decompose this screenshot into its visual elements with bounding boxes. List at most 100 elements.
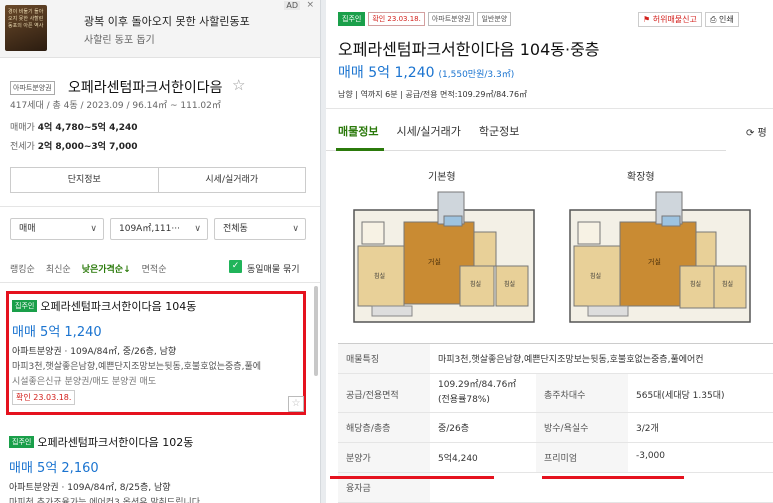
list-item-selected[interactable]: 집주인 오페라센텀파크서한이다음 104동 매매 5억 1,240 아파트분양권 … xyxy=(6,291,306,415)
active-tab-indicator xyxy=(336,148,384,151)
complex-type-tag: 아파트분양권 xyxy=(10,81,55,95)
complex-info-button[interactable]: 단지정보 xyxy=(11,168,158,192)
table-key: 총주차대수 xyxy=(536,374,628,412)
sort-low-price[interactable]: 낮은가격순↓ xyxy=(82,262,131,275)
room-label: 침실 xyxy=(374,272,385,280)
refresh-button[interactable]: ⟳ 평 xyxy=(746,124,767,139)
ad-badge: AD xyxy=(284,1,300,10)
sort-area[interactable]: 면적순 xyxy=(142,262,167,275)
table-key: 해당층/총층 xyxy=(338,413,430,442)
owner-tag: 집주인 xyxy=(338,12,366,26)
table-row: 공급/전용면적 109.29㎡/84.76㎡(전용률78%) 총주차대수 565… xyxy=(338,374,773,413)
listing-price: 매매 5억 1,240 xyxy=(12,325,102,340)
detail-panel: 집주인 확인 23.03.18. 아파트분양권 일반분양 ⚑ 허위매물신고 ⎙ … xyxy=(326,0,773,503)
listing-title: 오페라센텀파크서한이다음 104동 xyxy=(40,300,197,313)
table-value: -3,000 xyxy=(636,451,666,461)
complex-buttons: 단지정보 시세/실거래가 xyxy=(10,167,306,193)
detail-meta: 남향 | 역까지 6분 | 공급/전용 면적:109.29㎡/84.76㎡ xyxy=(338,90,528,99)
same-group-label[interactable]: 동일매물 묶기 xyxy=(247,262,300,275)
table-key: 분양가 xyxy=(338,443,430,472)
owner-tag: 집주인 xyxy=(12,300,38,312)
area-select[interactable]: 109A㎡,111··· ∨ xyxy=(110,218,208,240)
highlight-underline xyxy=(542,476,684,479)
trade-type-value: 매매 xyxy=(19,224,36,234)
owner-tag: 집주인 xyxy=(9,436,35,448)
table-row: 매물특징 마피3천,햇살좋은남향,예쁜단지조망보는뒷동,호불호없는중층,풀에어컨 xyxy=(338,344,773,374)
sale-price-row: 매매가 4억 4,780~5억 4,240 xyxy=(10,120,138,133)
tab-market-price[interactable]: 시세/실거래가 xyxy=(396,123,460,139)
floor-plan-basic[interactable]: 거실 침실 침실 침실 xyxy=(348,182,538,324)
confirm-badge: 확인 23.03.18. xyxy=(12,390,76,405)
floor-plan-extended[interactable]: 거실 침실 침실 침실 xyxy=(564,182,754,324)
room-label: 침실 xyxy=(504,280,515,288)
table-value: 중/26층 xyxy=(438,424,470,434)
room-label: 거실 xyxy=(428,257,441,266)
confirm-tag: 확인 23.03.18. xyxy=(368,12,425,26)
checkbox-icon[interactable]: ✓ xyxy=(229,260,242,273)
list-item[interactable]: 집주인 오페라센텀파크서한이다음 102동 매매 5억 2,160 아파트분양권 … xyxy=(6,432,306,503)
market-price-button[interactable]: 시세/실거래가 xyxy=(157,168,306,192)
report-button[interactable]: ⚑ 허위매물신고 xyxy=(638,12,702,27)
favorite-star-icon[interactable]: ☆ xyxy=(288,396,304,412)
rent-price-label: 전세가 xyxy=(10,142,35,152)
table-value: 109.29㎡/84.76㎡(전용률78%) xyxy=(438,380,517,405)
table-row: 분양가 5억4,240 프리미엄 -3,000 xyxy=(338,443,773,473)
table-value: 3/2개 xyxy=(636,424,659,434)
detail-price-value: 매매 5억 1,240 xyxy=(338,65,435,81)
scrollbar[interactable] xyxy=(314,286,318,376)
detail-tabs: 매물정보 시세/실거래가 학군정보 xyxy=(338,123,519,139)
detail-price: 매매 5억 1,240 (1,550만원/3.3㎡) xyxy=(338,62,514,82)
table-value: 565대(세대당 1.35대) xyxy=(636,391,725,401)
divider xyxy=(0,282,320,283)
detail-title: 오페라센텀파크서한이다음 104동·중층 xyxy=(338,40,600,59)
ad-close-icon[interactable]: × xyxy=(306,0,314,10)
sale-price-label: 매매가 xyxy=(10,123,35,133)
listing-panel: 경이 비둘기 돌아오지 못한 사할린 동포의 아픈 역사 광복 이후 돌아오지 … xyxy=(0,0,320,503)
listing-desc: 마피3천,햇살좋은남향,예쁜단지조망보는뒷동,호불호없는중층,풀에 xyxy=(12,362,262,372)
table-key: 공급/전용면적 xyxy=(338,374,430,412)
sort-options: 랭킹순 최신순 낮은가격순↓ 면적순 xyxy=(10,262,166,275)
tab-listing-info[interactable]: 매물정보 xyxy=(338,123,378,139)
complex-meta: 417세대 / 총 4동 / 2023.09 / 96.14㎡ ~ 111.02… xyxy=(10,101,221,111)
tab-school[interactable]: 학군정보 xyxy=(479,123,519,139)
room-label: 침실 xyxy=(470,280,481,288)
tab-underline xyxy=(326,150,726,151)
unit-price: (1,550만원/3.3㎡) xyxy=(438,70,515,80)
listing-info: 아파트분양권 · 109A/84㎡, 중/26층, 남향 xyxy=(12,347,177,357)
room-label: 거실 xyxy=(648,257,661,266)
ad-title[interactable]: 광복 이후 돌아오지 못한 사할린동포 xyxy=(84,13,250,29)
sort-ranking[interactable]: 랭킹순 xyxy=(10,262,35,275)
trade-type-select[interactable]: 매매 ∨ xyxy=(10,218,104,240)
favorite-star-icon[interactable]: ☆ xyxy=(232,76,245,94)
area-value: 109A㎡,111··· xyxy=(119,224,180,234)
room-label: 침실 xyxy=(590,272,601,280)
listing-desc: 마피천,추가조율가능,에어컨3,옵션유 맞춰드립니다. xyxy=(9,498,203,503)
listing-info: 아파트분양권 · 109A/84㎡, 8/25층, 남향 xyxy=(9,483,171,493)
complex-name: 오페라센텀파크서한이다음 xyxy=(68,80,223,96)
rent-price-row: 전세가 2억 8,000~3억 7,000 xyxy=(10,139,138,152)
sort-latest[interactable]: 최신순 xyxy=(46,262,71,275)
divider xyxy=(0,206,320,207)
highlight-underline xyxy=(330,476,494,479)
room-label: 침실 xyxy=(690,280,701,288)
print-label: 인쇄 xyxy=(718,15,734,24)
plan-extended-label: 확장형 xyxy=(627,172,655,183)
table-row: 해당층/총층 중/26층 방수/욕실수 3/2개 xyxy=(338,413,773,443)
rent-price-value: 2억 8,000~3억 7,000 xyxy=(37,142,138,152)
ad-banner[interactable]: 경이 비둘기 돌아오지 못한 사할린 동포의 아픈 역사 광복 이후 돌아오지 … xyxy=(0,0,320,58)
sale-price-value: 4억 4,780~5억 4,240 xyxy=(37,123,138,133)
ad-thumbnail[interactable]: 경이 비둘기 돌아오지 못한 사할린 동포의 아픈 역사 xyxy=(5,5,47,51)
type-tag: 아파트분양권 xyxy=(427,12,475,26)
listing-desc-2: 시설좋은신규 분양권/매도 분양권 매도 xyxy=(12,377,157,387)
print-button[interactable]: ⎙ 인쇄 xyxy=(705,12,739,27)
divider xyxy=(326,108,773,109)
ad-subtitle[interactable]: 사할린 동포 돕기 xyxy=(84,31,155,46)
dong-select[interactable]: 전체동 ∨ xyxy=(214,218,306,240)
listing-title: 오페라센텀파크서한이다음 102동 xyxy=(37,436,194,449)
table-key: 매물특징 xyxy=(338,344,430,373)
room-label: 침실 xyxy=(722,280,733,288)
sale-type-tag: 일반분양 xyxy=(477,12,512,26)
table-value: 5억4,240 xyxy=(438,454,478,464)
listing-info-table: 매물특징 마피3천,햇살좋은남향,예쁜단지조망보는뒷동,호불호없는중층,풀에어컨… xyxy=(338,343,773,503)
table-key: 방수/욕실수 xyxy=(536,413,628,442)
